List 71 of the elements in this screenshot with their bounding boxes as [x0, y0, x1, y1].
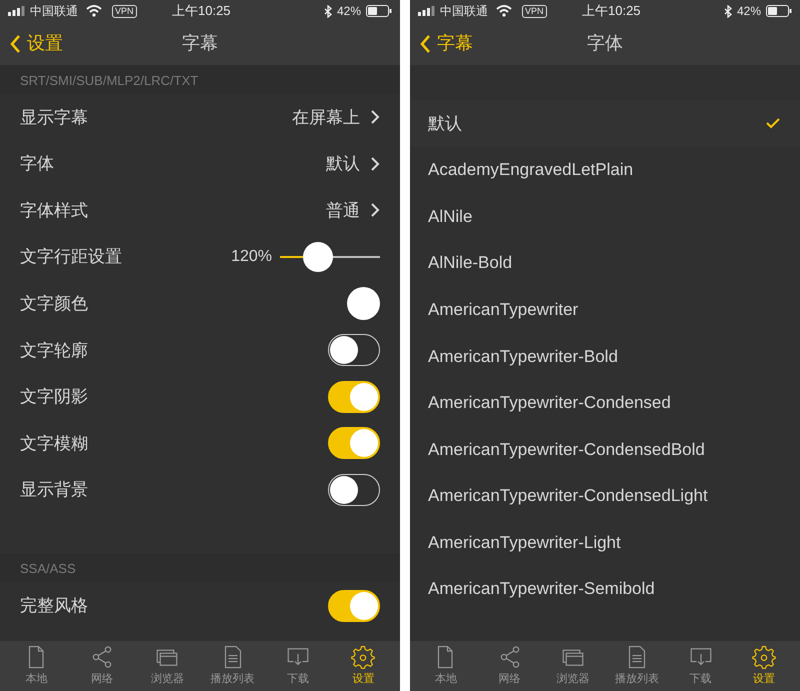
setting-label: 文字阴影: [20, 386, 89, 408]
tab-item[interactable]: 网络: [478, 641, 542, 691]
status-time: 上午10:25: [172, 2, 231, 20]
font-list-item[interactable]: AmericanTypewriter-Bold: [410, 332, 800, 380]
setting-label: 文字模糊: [20, 432, 89, 455]
setting-label: 文字行距设置: [20, 246, 123, 268]
battery-percent: 42%: [736, 3, 761, 20]
font-list-item[interactable]: AmericanTypewriter: [410, 286, 800, 333]
vpn-badge: VPN: [522, 4, 547, 18]
font-list-item[interactable]: AcademyEngravedLetPlain: [410, 146, 800, 194]
tab-item[interactable]: 设置: [330, 641, 396, 691]
setting-label: 文字颜色: [20, 292, 89, 315]
setting-label: 文字轮廓: [20, 340, 89, 362]
carrier-name: 中国联通: [440, 3, 488, 20]
wifi-icon: [86, 5, 102, 17]
font-list-item[interactable]: AmericanTypewriter-Semibold: [410, 566, 800, 613]
tab-item[interactable]: 设置: [732, 641, 796, 691]
gear-icon: [351, 644, 376, 669]
value-selector[interactable]: 在屏幕上: [292, 104, 380, 130]
toggle-switch[interactable]: [328, 474, 380, 506]
status-time: 上午10:25: [582, 2, 641, 20]
back-button[interactable]: 设置: [10, 30, 63, 57]
font-list-item[interactable]: AmericanTypewriter-CondensedLight: [410, 472, 800, 520]
signal-icon: [418, 6, 436, 16]
font-list-item[interactable]: AlNile-Bold: [410, 240, 800, 286]
battery-icon: [366, 5, 392, 17]
chevron-left-icon: [10, 34, 21, 54]
tab-item[interactable]: 浏览器: [541, 641, 606, 691]
screen-title: 字幕: [182, 32, 218, 55]
gear-icon: [752, 644, 776, 669]
bluetooth-icon: [324, 4, 332, 18]
tab-item[interactable]: 下载: [265, 641, 331, 691]
battery-percent: 42%: [336, 3, 361, 20]
font-list-item[interactable]: AmericanTypewriter-Condensed: [410, 380, 800, 426]
bluetooth-icon: [724, 4, 732, 18]
wifi-icon: [496, 5, 512, 17]
tab-item[interactable]: 本地: [4, 641, 70, 691]
tab-item[interactable]: 网络: [69, 641, 135, 691]
setting-label: 显示背景: [20, 479, 89, 502]
tab-item[interactable]: 浏览器: [134, 641, 200, 691]
chevron-right-icon: [370, 156, 380, 172]
slider-thumb[interactable]: [303, 242, 333, 272]
value-selector[interactable]: 默认: [326, 151, 380, 177]
setting-label: 字体样式: [20, 200, 89, 222]
font-list-item[interactable]: AmericanTypewriter-CondensedBold: [410, 426, 800, 473]
chevron-right-icon: [370, 109, 380, 126]
chevron-right-icon: [370, 202, 380, 218]
tab-item[interactable]: 本地: [414, 641, 478, 691]
toggle-switch[interactable]: [328, 427, 380, 460]
carrier-name: 中国联通: [30, 3, 78, 20]
setting-label: 完整风格: [20, 594, 89, 617]
toggle-switch[interactable]: [328, 334, 380, 366]
value-selector[interactable]: 普通: [326, 198, 380, 224]
vpn-badge: VPN: [112, 4, 137, 18]
tab-item[interactable]: 播放列表: [605, 641, 669, 691]
tab-item[interactable]: 播放列表: [200, 641, 266, 691]
chevron-left-icon: [420, 34, 431, 54]
battery-icon: [766, 5, 792, 17]
slider-reading: 120%: [231, 247, 272, 268]
tab-item[interactable]: 下载: [668, 641, 732, 691]
back-button[interactable]: 字幕: [420, 30, 473, 57]
font-list-item[interactable]: AlNile: [410, 193, 800, 240]
toggle-switch[interactable]: [328, 380, 380, 413]
font-list-item[interactable]: AmericanTypewriter-Light: [410, 519, 800, 566]
toggle-switch[interactable]: [328, 590, 380, 622]
signal-icon: [8, 6, 26, 16]
setting-label: 显示字幕: [20, 106, 89, 129]
setting-label: 字体: [20, 153, 55, 176]
checkmark-icon: [766, 118, 780, 129]
color-swatch[interactable]: [347, 287, 380, 320]
screen-title: 字体: [587, 32, 623, 55]
